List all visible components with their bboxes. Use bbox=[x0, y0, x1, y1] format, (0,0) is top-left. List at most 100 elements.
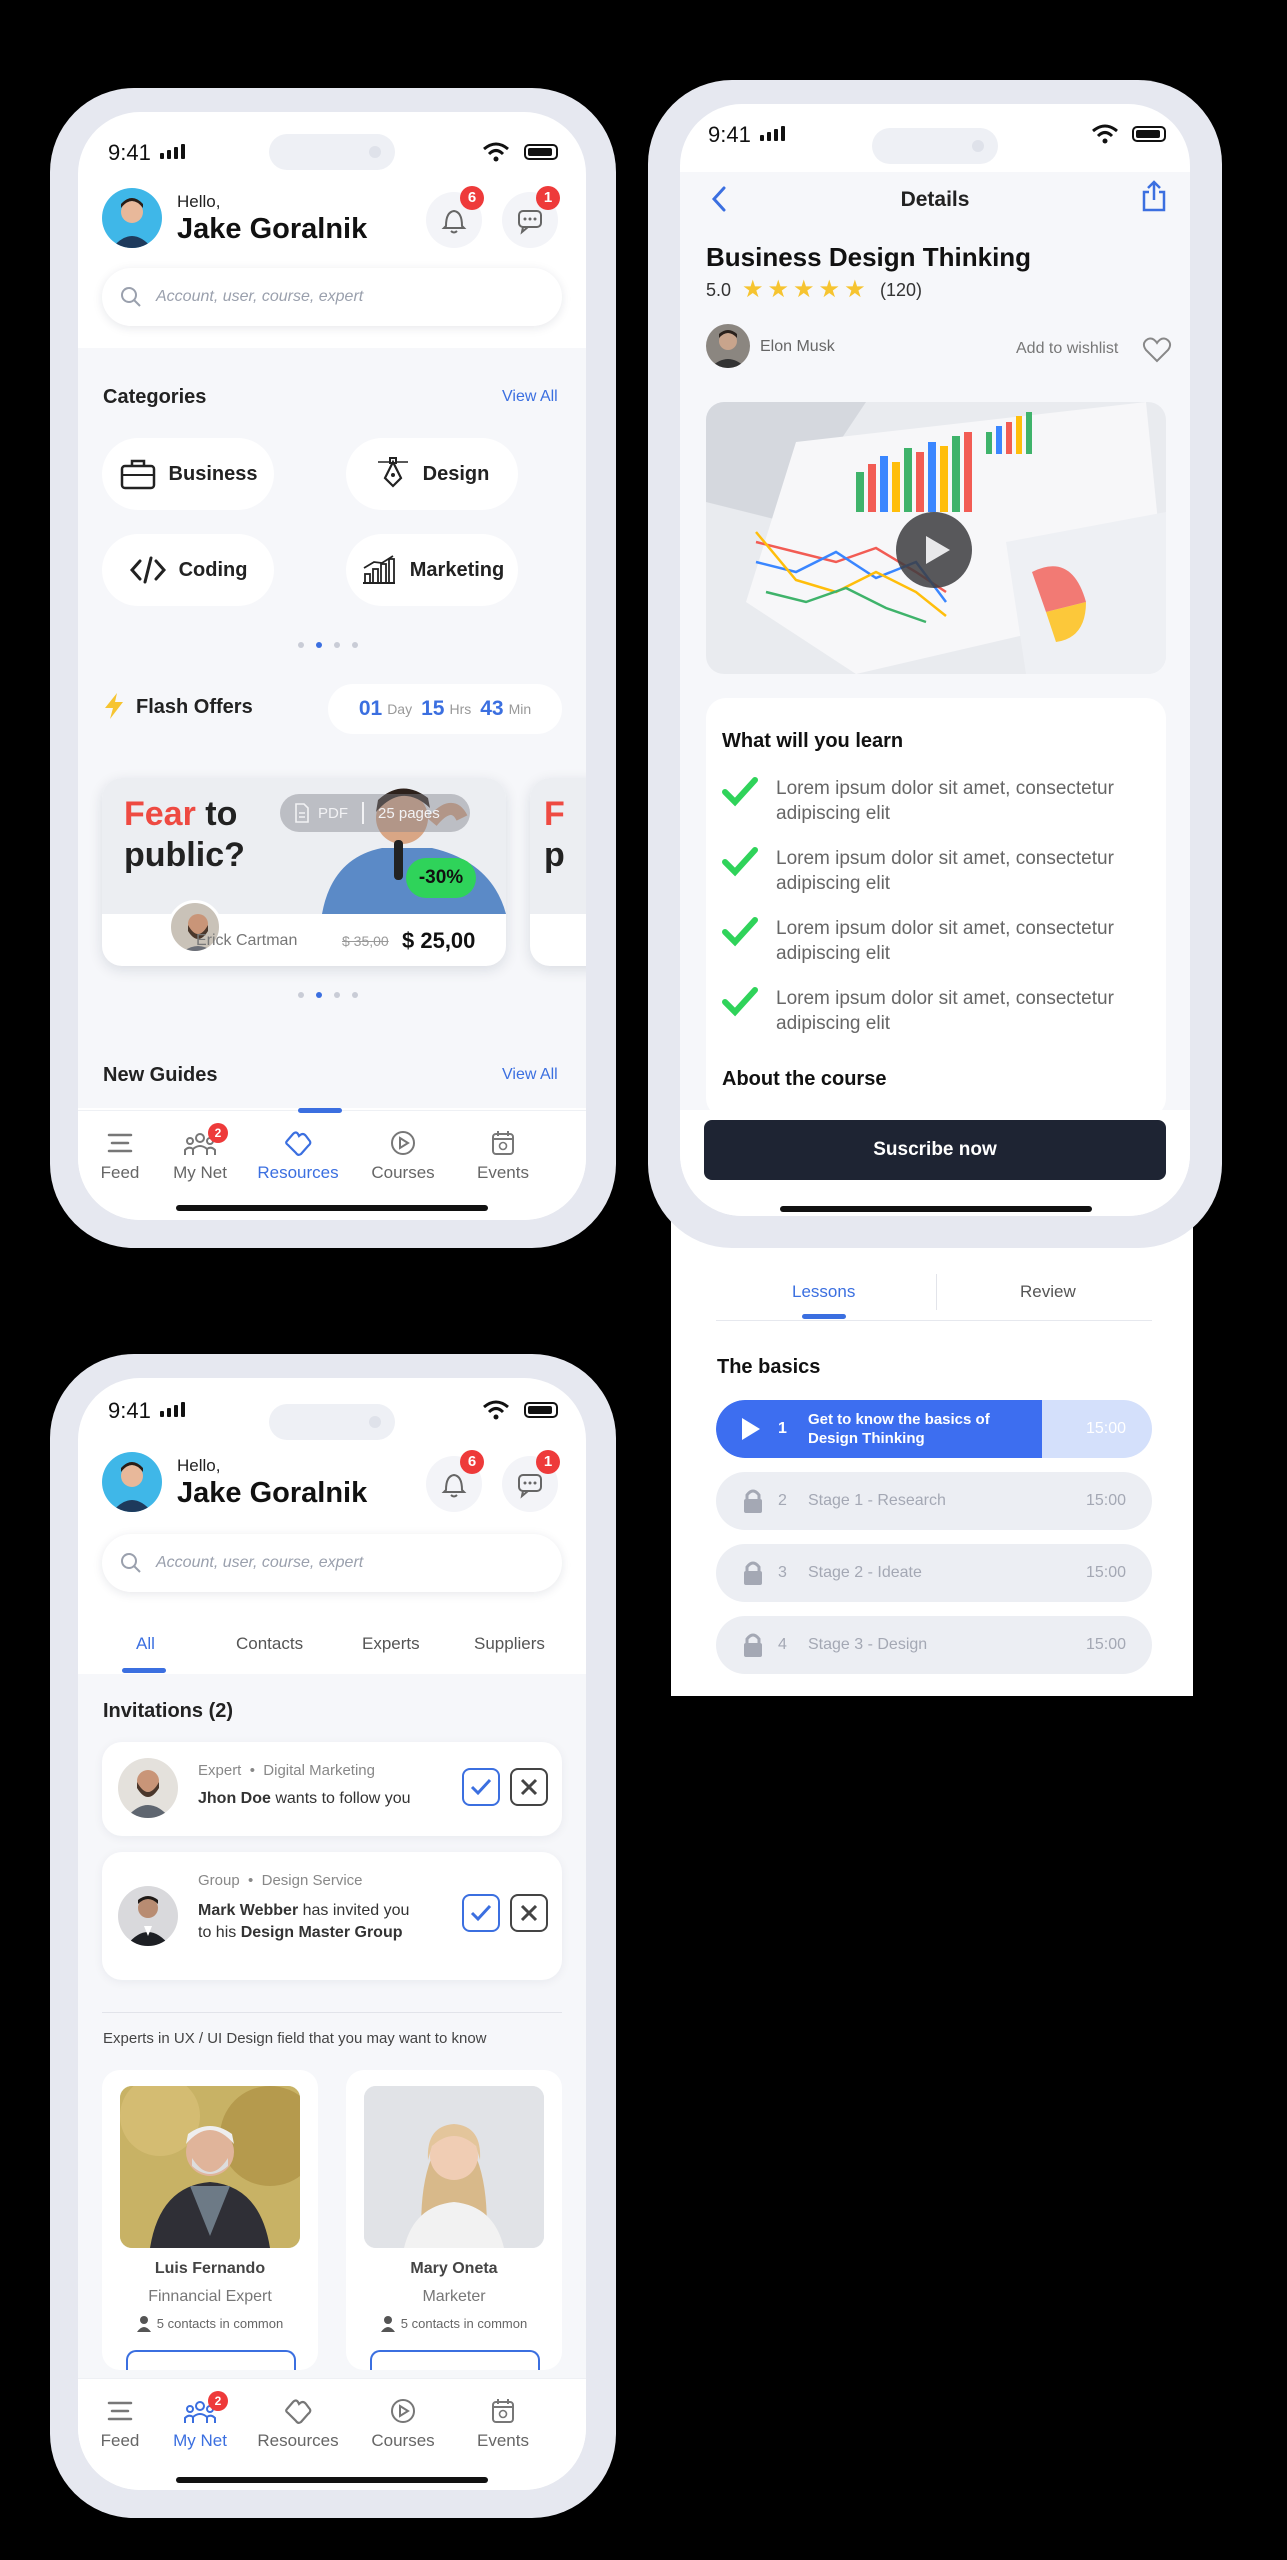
play-circle-icon bbox=[391, 1131, 415, 1155]
category-coding[interactable]: Coding bbox=[102, 534, 274, 606]
category-label: Design bbox=[422, 462, 490, 485]
home-screen: 9:41 Hello, Jake Goralnik 6 1 Account, u… bbox=[78, 112, 586, 1220]
code-icon bbox=[129, 556, 166, 584]
nav-resources[interactable]: Resources bbox=[238, 1129, 358, 1183]
notification-badge: 6 bbox=[460, 186, 484, 210]
tab-divider bbox=[936, 1274, 937, 1310]
notifications-button[interactable]: 6 bbox=[426, 1450, 484, 1512]
lightning-icon bbox=[105, 693, 123, 719]
puzzle-icon bbox=[285, 2399, 312, 2424]
search-input[interactable]: Account, user, course, expert bbox=[102, 1534, 562, 1592]
lock-icon bbox=[744, 1561, 762, 1585]
next-offer-card[interactable]: Fp bbox=[530, 778, 586, 966]
expert-photo bbox=[364, 2086, 544, 2248]
lesson-title: Stage 3 - Design bbox=[808, 1636, 928, 1653]
nav-courses[interactable]: Courses bbox=[358, 2397, 448, 2451]
section-divider bbox=[102, 2012, 562, 2013]
star-icon: ★ bbox=[844, 276, 866, 303]
subscribe-button[interactable]: Suscribe now bbox=[704, 1120, 1166, 1180]
tab-lessons[interactable]: Lessons bbox=[792, 1282, 855, 1302]
category-business[interactable]: Business bbox=[102, 438, 274, 510]
pen-tool-icon bbox=[377, 457, 408, 488]
user-name: Jake Goralnik bbox=[177, 1477, 368, 1509]
contacts-in-common: 5 contacts in common bbox=[102, 2316, 318, 2332]
expert-card[interactable]: Luis Fernando Finnancial Expert 5 contac… bbox=[102, 2070, 318, 2370]
notification-badge: 6 bbox=[460, 1450, 484, 1474]
expert-card[interactable]: Mary Oneta Marketer 5 contacts in common bbox=[346, 2070, 562, 2370]
play-button[interactable] bbox=[896, 512, 972, 588]
wishlist-label[interactable]: Add to wishlist bbox=[1016, 340, 1118, 358]
close-icon bbox=[520, 1904, 538, 1922]
share-icon[interactable] bbox=[1140, 178, 1168, 214]
lesson-item-active[interactable]: 1 Get to know the basics of Design Think… bbox=[716, 1400, 1152, 1458]
check-icon bbox=[722, 777, 758, 807]
tab-review[interactable]: Review bbox=[1020, 1282, 1076, 1302]
close-icon bbox=[520, 1778, 538, 1796]
course-video-thumbnail[interactable] bbox=[706, 402, 1166, 674]
avatar[interactable] bbox=[102, 1452, 162, 1512]
nav-events[interactable]: Events bbox=[458, 1129, 548, 1183]
expert-photo bbox=[120, 2086, 300, 2248]
messages-button[interactable]: 1 bbox=[502, 1450, 560, 1512]
notifications-button[interactable]: 6 bbox=[426, 186, 484, 248]
status-bar: 9:41 bbox=[680, 104, 1190, 174]
play-icon bbox=[742, 1418, 760, 1440]
check-icon bbox=[722, 847, 758, 877]
tab-contacts[interactable]: Contacts bbox=[236, 1634, 303, 1654]
lesson-item-locked[interactable]: 4 Stage 3 - Design 15:00 bbox=[716, 1616, 1152, 1674]
greeting: Hello, bbox=[177, 1456, 221, 1475]
learn-item: Lorem ipsum dolor sit amet, consectetur … bbox=[722, 986, 1162, 1036]
nav-my-net[interactable]: My Net 2 bbox=[158, 1123, 242, 1183]
feed-icon bbox=[107, 2401, 133, 2421]
nav-courses[interactable]: Courses bbox=[358, 1129, 448, 1183]
play-icon bbox=[926, 536, 950, 564]
categories-view-all-link[interactable]: View All bbox=[502, 388, 558, 406]
follow-button[interactable] bbox=[370, 2350, 540, 2370]
search-icon bbox=[121, 287, 141, 307]
decline-button[interactable] bbox=[510, 1894, 548, 1932]
tab-suppliers[interactable]: Suppliers bbox=[474, 1634, 545, 1654]
nav-badge: 2 bbox=[208, 1123, 228, 1143]
offer-card[interactable]: Fear to public? PDF 25 pages -30% Erick C… bbox=[102, 778, 506, 966]
offer-title-highlight: Fear bbox=[124, 795, 196, 833]
lesson-item-locked[interactable]: 2 Stage 1 - Research 15:00 bbox=[716, 1472, 1152, 1530]
puzzle-icon bbox=[285, 1131, 312, 1156]
chart-icon bbox=[362, 555, 395, 584]
messages-button[interactable]: 1 bbox=[502, 186, 560, 248]
accept-button[interactable] bbox=[462, 1894, 500, 1932]
timer-min-label: Min bbox=[508, 701, 532, 717]
guides-view-all-link[interactable]: View All bbox=[502, 1066, 558, 1084]
follow-button[interactable] bbox=[126, 2350, 296, 2370]
category-marketing[interactable]: Marketing bbox=[346, 534, 518, 606]
invitation-card: Expert • Digital Marketing Jhon Doe want… bbox=[102, 1742, 562, 1836]
tab-experts[interactable]: Experts bbox=[362, 1634, 420, 1654]
search-icon bbox=[121, 1553, 141, 1573]
learn-item: Lorem ipsum dolor sit amet, consectetur … bbox=[722, 846, 1162, 896]
decline-button[interactable] bbox=[510, 1768, 548, 1806]
categories-pagination bbox=[298, 642, 358, 648]
avatar[interactable] bbox=[102, 188, 162, 248]
nav-feed[interactable]: Feed bbox=[78, 2397, 162, 2451]
user-name: Jake Goralnik bbox=[177, 213, 368, 245]
accept-button[interactable] bbox=[462, 1768, 500, 1806]
tabs-underline bbox=[716, 1320, 1152, 1321]
invite-meta: Expert • Digital Marketing bbox=[198, 1762, 375, 1779]
heart-icon[interactable] bbox=[1142, 336, 1172, 364]
tab-all[interactable]: All bbox=[136, 1634, 155, 1654]
search-input[interactable]: Account, user, course, expert bbox=[102, 268, 562, 326]
nav-events[interactable]: Events bbox=[458, 2397, 548, 2451]
offer-format-chip: PDF 25 pages bbox=[280, 794, 470, 832]
instructor-avatar bbox=[706, 324, 750, 368]
nav-my-net[interactable]: My Net 2 bbox=[158, 2391, 242, 2451]
lessons-list: 1 Get to know the basics of Design Think… bbox=[716, 1400, 1152, 1690]
categories-title: Categories bbox=[103, 386, 207, 408]
discount-badge: -30% bbox=[406, 858, 476, 898]
nav-resources[interactable]: Resources bbox=[238, 2397, 358, 2451]
timer-hrs-label: Hrs bbox=[449, 701, 472, 717]
nav-feed[interactable]: Feed bbox=[78, 1129, 162, 1183]
invite-text: Jhon Doe wants to follow you bbox=[198, 1790, 411, 1807]
lesson-item-locked[interactable]: 3 Stage 2 - Ideate 15:00 bbox=[716, 1544, 1152, 1602]
category-design[interactable]: Design bbox=[346, 438, 518, 510]
signal-icon bbox=[760, 126, 785, 141]
invite-text: Mark Webber has invited you to his Design… bbox=[198, 1902, 410, 1941]
